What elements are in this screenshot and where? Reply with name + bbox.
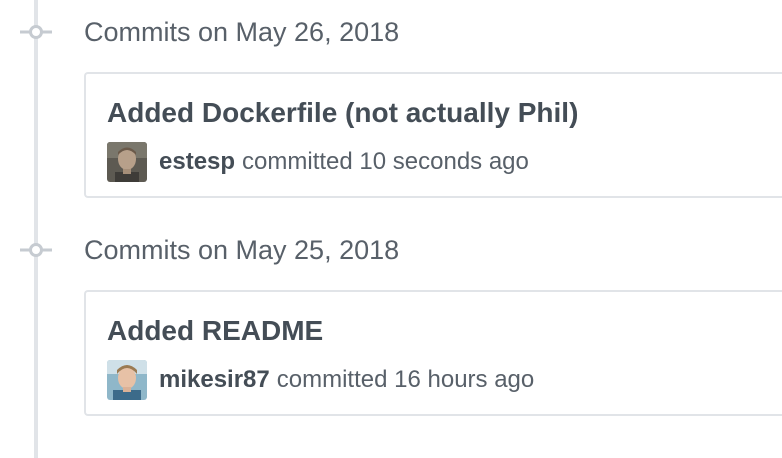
git-commit-icon xyxy=(20,243,52,257)
git-commit-icon xyxy=(20,25,52,39)
commit-meta: estesp committed 10 seconds ago xyxy=(107,142,529,182)
user-avatar[interactable] xyxy=(107,360,147,400)
commit-author-link[interactable]: mikesir87 xyxy=(159,366,270,394)
timeline-line xyxy=(34,0,38,458)
user-avatar[interactable] xyxy=(107,142,147,182)
commit-title-link[interactable]: Added Dockerfile (not actually Phil) xyxy=(107,94,578,132)
commit-time-text: committed 10 seconds ago xyxy=(242,148,529,175)
commit-group-date: Commits on May 25, 2018 xyxy=(84,235,400,265)
commit-time-text: committed 16 hours ago xyxy=(276,366,535,393)
commit-meta: mikesir87 committed 16 hours ago xyxy=(107,360,534,400)
commit-group-date: Commits on May 26, 2018 xyxy=(84,17,400,47)
commit-item: Added README mikesir87 committed 16 hour… xyxy=(84,290,782,416)
commit-title-link[interactable]: Added README xyxy=(107,312,323,350)
commit-author-link[interactable]: estesp xyxy=(159,148,235,176)
commit-item: Added Dockerfile (not actually Phil) est… xyxy=(84,72,782,198)
commit-history-page: Commits on May 26, 2018 Added Dockerfile… xyxy=(0,0,782,458)
